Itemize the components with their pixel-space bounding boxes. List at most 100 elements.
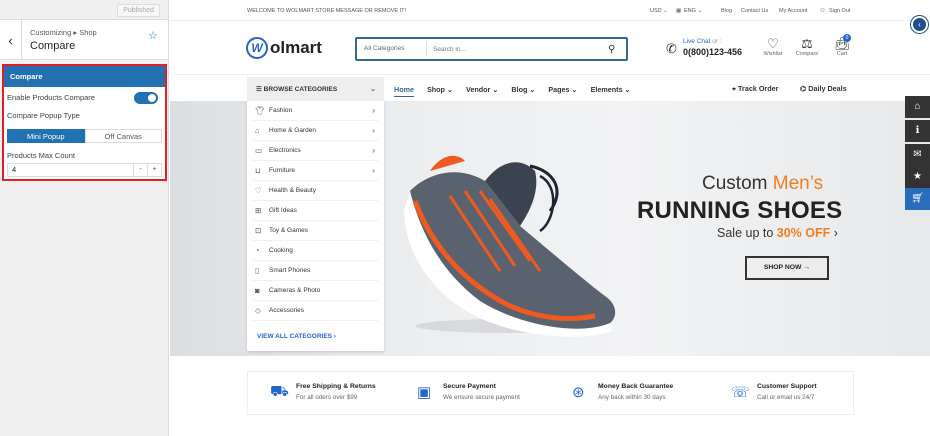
nav-pages[interactable]: Pages ⌄ <box>548 85 577 97</box>
popup-type-selector: Mini Popup Off Canvas <box>7 129 162 143</box>
live-chat-link[interactable]: Live Chat <box>683 38 710 45</box>
feature-desc: For all oders over $99 <box>296 394 358 401</box>
off-canvas-button[interactable]: Off Canvas <box>84 129 162 143</box>
info-icon[interactable]: ℹ <box>905 120 930 142</box>
topbar-link-blog[interactable]: Blog <box>721 8 732 14</box>
chat-icon[interactable]: ✉ <box>905 144 930 166</box>
shop-now-button[interactable]: SHOP NOW → <box>745 256 829 280</box>
gift-icon: ⊞ <box>255 206 262 215</box>
back-button[interactable]: ‹ <box>0 20 22 60</box>
category-item[interactable]: ◔ Cooking <box>253 241 378 261</box>
customizer-topbar: Published <box>0 0 168 20</box>
phone-number[interactable]: 0(800)123-456 <box>683 47 742 57</box>
category-label: Furniture <box>269 167 296 174</box>
enable-compare-row: Enable Products Compare <box>4 87 165 105</box>
hero-banner: 👕︎ Fashion › ⌂ Home & Garden › ▭ Electronics ›… <box>170 101 930 356</box>
category-label: Smart Phones <box>269 267 311 274</box>
decrement-button[interactable]: - <box>133 164 147 176</box>
nav-home[interactable]: Home <box>394 85 414 97</box>
track-order-label: Track Order <box>738 84 779 93</box>
category-item[interactable]: ♡ Health & Beauty <box>253 181 378 201</box>
category-label: Electronics <box>269 147 301 154</box>
uk-flag-icon: ▦ <box>676 8 682 14</box>
category-item[interactable]: ◙ Cameras & Photo <box>253 281 378 301</box>
wallet-icon: ▣ <box>417 384 432 401</box>
wishlist-label: Wishlist <box>763 51 783 57</box>
camera-icon: ◙ <box>255 286 260 295</box>
search-icon[interactable]: ⚲ <box>608 44 626 55</box>
compare-button[interactable]: ⚖ Compare <box>790 36 824 57</box>
chevron-right-icon: › <box>372 166 375 175</box>
chevron-right-icon: › <box>372 126 375 135</box>
currency-select[interactable]: USD ⌄ <box>650 8 668 14</box>
category-menu: 👕︎ Fashion › ⌂ Home & Garden › ▭ Electronics ›… <box>247 101 384 351</box>
feature-title: Secure Payment <box>443 383 496 390</box>
daily-deals-link[interactable]: ⌬ Daily Deals <box>800 84 847 93</box>
nav-blog[interactable]: Blog ⌄ <box>511 85 535 97</box>
compare-icon: ⚖ <box>801 36 813 51</box>
compare-label: Compare <box>795 51 819 57</box>
or-text: or : <box>712 38 722 45</box>
nav-elements[interactable]: Elements ⌄ <box>591 85 631 97</box>
welcome-message: WELCOME TO WOLMART STORE MESSAGE OR REMO… <box>247 8 407 14</box>
logo-text: olmart <box>270 38 322 57</box>
category-item[interactable]: ⊔ Furniture › <box>253 161 378 181</box>
cart-label: Cart <box>836 51 848 57</box>
mini-popup-button[interactable]: Mini Popup <box>7 129 85 143</box>
collapse-sidebar-button[interactable]: ‹ <box>911 16 928 33</box>
topbar-link-account[interactable]: My Account <box>779 8 807 14</box>
live-chat-line: Live Chat or : <box>683 38 722 45</box>
diamond-icon: ◇ <box>255 306 261 315</box>
category-item[interactable]: 👕︎ Fashion › <box>253 101 378 121</box>
category-item[interactable]: ⌂ Home & Garden › <box>253 121 378 141</box>
home-icon[interactable]: ⌂ <box>905 96 930 118</box>
nav-shop[interactable]: Shop ⌄ <box>427 85 453 97</box>
feature-title: Customer Support <box>757 383 817 390</box>
category-item[interactable]: ⊞ Gift Ideas <box>253 201 378 221</box>
wishlist-button[interactable]: ♡ Wishlist <box>756 36 790 57</box>
menu-icon: ☰ <box>256 86 264 93</box>
features-bar: ⛟ Free Shipping & Returns For all oders … <box>247 371 854 415</box>
chat-icon: ☏ <box>731 384 750 401</box>
daily-deals-label: Daily Deals <box>808 84 847 93</box>
category-item[interactable]: ▯ Smart Phones <box>253 261 378 281</box>
cart-button[interactable]: 👜︎ 0 Cart <box>825 34 859 57</box>
topbar-link-contact[interactable]: Contact Us <box>741 8 768 14</box>
bag-icon: 👜︎ <box>833 36 851 51</box>
max-count-input[interactable]: 4 <box>8 164 133 176</box>
nav-vendor[interactable]: Vendor ⌄ <box>466 85 498 97</box>
category-label: Cameras & Photo <box>269 287 321 294</box>
category-item[interactable]: ◇ Accessories <box>253 301 378 321</box>
published-button[interactable]: Published <box>117 4 160 17</box>
category-item[interactable]: ▭ Electronics › <box>253 141 378 161</box>
search-input[interactable]: Search in... <box>427 46 608 53</box>
browse-categories-label: BROWSE CATEGORIES <box>263 86 338 93</box>
star-icon[interactable]: ★ <box>905 166 930 188</box>
nav-links: Home Shop ⌄ Vendor ⌄ Blog ⌄ Pages ⌄ Elem… <box>394 85 644 97</box>
category-item[interactable]: ⊡ Toy & Games <box>253 221 378 241</box>
sign-out-link[interactable]: Sign Out <box>829 8 850 14</box>
feature-desc: Call or email us 24/7 <box>757 394 815 401</box>
hero-title: RUNNING SHOES <box>637 197 843 224</box>
sofa-icon: ⊔ <box>255 166 261 175</box>
monitor-icon: ▭ <box>255 146 263 155</box>
increment-button[interactable]: + <box>147 164 161 176</box>
enable-compare-toggle[interactable] <box>134 92 158 104</box>
panel-title: Compare <box>30 40 76 52</box>
home-icon: ⌂ <box>255 126 260 135</box>
max-count-label: Products Max Count <box>7 151 75 160</box>
language-select[interactable]: ENG ⌄ <box>684 8 702 14</box>
cart-icon[interactable]: 🛒︎ <box>905 188 930 210</box>
phone-icon: ▯ <box>255 266 260 275</box>
category-label: Accessories <box>269 307 305 314</box>
header: W olmart All Categories Search in... ⚲ ✆… <box>170 22 930 75</box>
logo[interactable]: W olmart <box>246 37 322 59</box>
browse-categories-button[interactable]: ☰ BROWSE CATEGORIES ⌄ <box>247 77 384 102</box>
star-icon[interactable]: ☆ <box>148 29 158 42</box>
view-all-categories-link[interactable]: VIEW ALL CATEGORIES › <box>257 333 336 340</box>
search-category-select[interactable]: All Categories <box>357 42 427 56</box>
category-label: Home & Garden <box>269 127 316 134</box>
track-order-link[interactable]: ⌖ Track Order <box>732 84 778 94</box>
feature-title: Free Shipping & Returns <box>296 383 376 390</box>
category-label: Health & Beauty <box>269 187 316 194</box>
